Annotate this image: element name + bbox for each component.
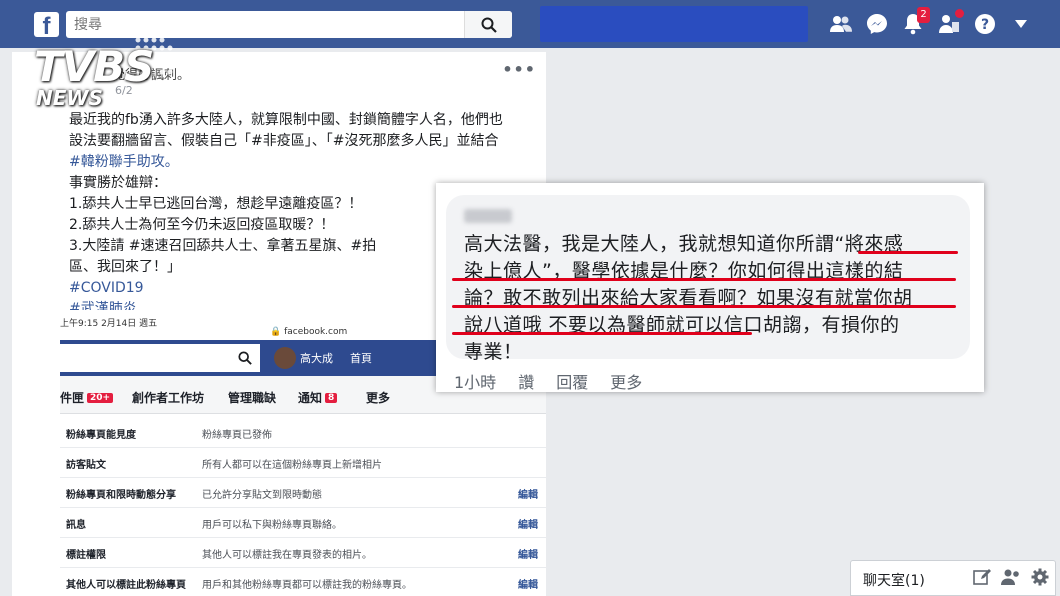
setting-name: 訪客貼文: [66, 460, 106, 471]
chevron-down-icon: [1015, 20, 1027, 28]
red-underline: [452, 278, 956, 281]
phone-search-box[interactable]: [60, 344, 260, 372]
red-underline: [858, 251, 958, 254]
setting-name: 標註權限: [66, 550, 106, 561]
setting-name: 粉絲專頁能見度: [66, 430, 136, 441]
edit-link[interactable]: 編輯: [518, 486, 538, 501]
watermark-tvbs: TVBS: [34, 42, 154, 91]
post-options-button[interactable]: •••: [502, 60, 536, 79]
avatar[interactable]: [274, 347, 296, 369]
table-row: 其他人可以標註此粉絲專頁 用戶和其他粉絲專頁都可以標註我的粉絲專頁。 編輯: [60, 568, 546, 596]
tab-label: 更多: [366, 391, 391, 405]
group-chat-icon[interactable]: [1001, 568, 1021, 586]
setting-value: 用戶可以私下與粉絲專頁聯絡。: [202, 520, 342, 531]
tab-more[interactable]: 更多: [366, 389, 390, 406]
top-icon-group: 2 ?: [828, 7, 1034, 38]
phone-status-bar: 上午9:15 2月14日 週五: [60, 319, 158, 329]
tvbs-news-watermark: TVBS NEWS: [34, 37, 184, 110]
help-icon: ?: [975, 14, 995, 34]
chat-icon-group: [973, 568, 1049, 586]
tab-badge: 8: [325, 393, 338, 403]
notifications-button[interactable]: 2: [900, 7, 930, 37]
red-underline: [452, 332, 752, 335]
help-button[interactable]: ?: [972, 11, 998, 37]
search-icon: [238, 351, 252, 365]
comment-card: 高大法醫，我是大陸人，我就想知道你所謂“將來感 染上億人”，醫學依據是什麼？你如…: [436, 183, 984, 392]
phone-home-link[interactable]: 首頁: [350, 350, 372, 366]
blurred-profile-area: [540, 6, 808, 42]
tab-creator-studio[interactable]: 創作者工作坊: [132, 389, 204, 406]
phone-user-name[interactable]: 高大成: [300, 350, 333, 366]
reply-button[interactable]: 回覆: [556, 369, 588, 393]
chat-label[interactable]: 聊天室(1): [863, 570, 925, 590]
setting-value: 其他人可以標註我在專頁發表的相片。: [202, 550, 372, 561]
setting-value: 粉絲專頁已發佈: [202, 430, 272, 441]
setting-value: 所有人都可以在這個粉絲專頁上新增相片: [202, 460, 382, 471]
comment-actions: 1小時 讚 回覆 更多: [454, 369, 642, 393]
comment-bubble: 高大法醫，我是大陸人，我就想知道你所謂“將來感 染上億人”，醫學依據是什麼？你如…: [446, 195, 970, 363]
table-row: 粉絲專頁和限時動態分享 已允許分享貼文到限時動態 編輯: [60, 478, 546, 508]
table-row: 訊息 用戶可以私下與粉絲專頁聯絡。 編輯: [60, 508, 546, 538]
quick-help-people-button[interactable]: [936, 9, 964, 37]
edit-link[interactable]: 編輯: [518, 516, 538, 531]
edit-link[interactable]: 編輯: [518, 546, 538, 561]
gear-icon[interactable]: [1031, 568, 1049, 586]
facebook-logo[interactable]: f: [34, 12, 59, 37]
phone-url: 🔒 facebook.com: [270, 327, 348, 337]
red-underline: [452, 305, 956, 308]
search-button[interactable]: [464, 11, 512, 38]
post-line: 設法要翻牆留言、假裝自己「#非疫區」、「#沒死那麼多人民」並結合: [69, 133, 499, 149]
tab-notifications[interactable]: 通知 8: [298, 389, 338, 406]
messenger-icon: [867, 14, 887, 34]
edit-link[interactable]: 編輯: [518, 576, 538, 591]
tab-inbox[interactable]: 件匣 20+: [60, 389, 114, 406]
more-button[interactable]: 更多: [610, 369, 642, 393]
search-input[interactable]: [66, 11, 446, 38]
comment-time[interactable]: 1小時: [454, 369, 496, 393]
comment-line: 專業！: [464, 341, 523, 363]
search-icon: [481, 17, 497, 33]
svg-text:?: ?: [981, 17, 989, 33]
setting-name: 訊息: [66, 520, 86, 531]
setting-name: 其他人可以標註此粉絲專頁: [66, 580, 186, 591]
phone-url-text: facebook.com: [284, 327, 348, 337]
table-row: 粉絲專頁能見度 粉絲專頁已發佈: [60, 418, 546, 448]
tab-label: 管理職缺: [228, 391, 277, 405]
blurred-commenter-name: [464, 209, 512, 223]
watermark-news: NEWS: [36, 86, 103, 110]
table-row: 訪客貼文 所有人都可以在這個粉絲專頁上新增相片: [60, 448, 546, 478]
phone-settings-list: 粉絲專頁能見度 粉絲專頁已發佈 訪客貼文 所有人都可以在這個粉絲專頁上新增相片 粉絲…: [60, 418, 546, 596]
friends-icon: [830, 16, 852, 32]
compose-icon[interactable]: [973, 568, 991, 586]
post-line: 最近我的fb湧入許多大陸人，就算限制中國、封鎖簡體字人名，他們也: [69, 112, 503, 128]
setting-value: 用戶和其他粉絲專頁都可以標註我的粉絲專頁。: [202, 580, 412, 591]
tab-badge: 20+: [87, 393, 114, 403]
activity-dot: [955, 9, 964, 18]
tab-manage-jobs[interactable]: 管理職缺: [228, 389, 276, 406]
messenger-button[interactable]: [864, 11, 890, 37]
account-menu-button[interactable]: [1008, 11, 1034, 37]
chat-bar[interactable]: 聊天室(1): [850, 560, 1056, 596]
tab-label: 件匣: [60, 391, 85, 405]
notification-badge: 2: [917, 7, 930, 23]
like-button[interactable]: 讚: [518, 369, 534, 393]
setting-value: 已允許分享貼文到限時動態: [202, 490, 322, 501]
post-hashtag-line[interactable]: #韓粉聯手助攻。: [69, 152, 539, 173]
table-row: 標註權限 其他人可以標註我在專頁發表的相片。 編輯: [60, 538, 546, 568]
friend-requests-button[interactable]: [828, 11, 854, 37]
tab-label: 通知: [298, 391, 323, 405]
tab-label: 創作者工作坊: [132, 391, 205, 405]
setting-name: 粉絲專頁和限時動態分享: [66, 490, 176, 501]
